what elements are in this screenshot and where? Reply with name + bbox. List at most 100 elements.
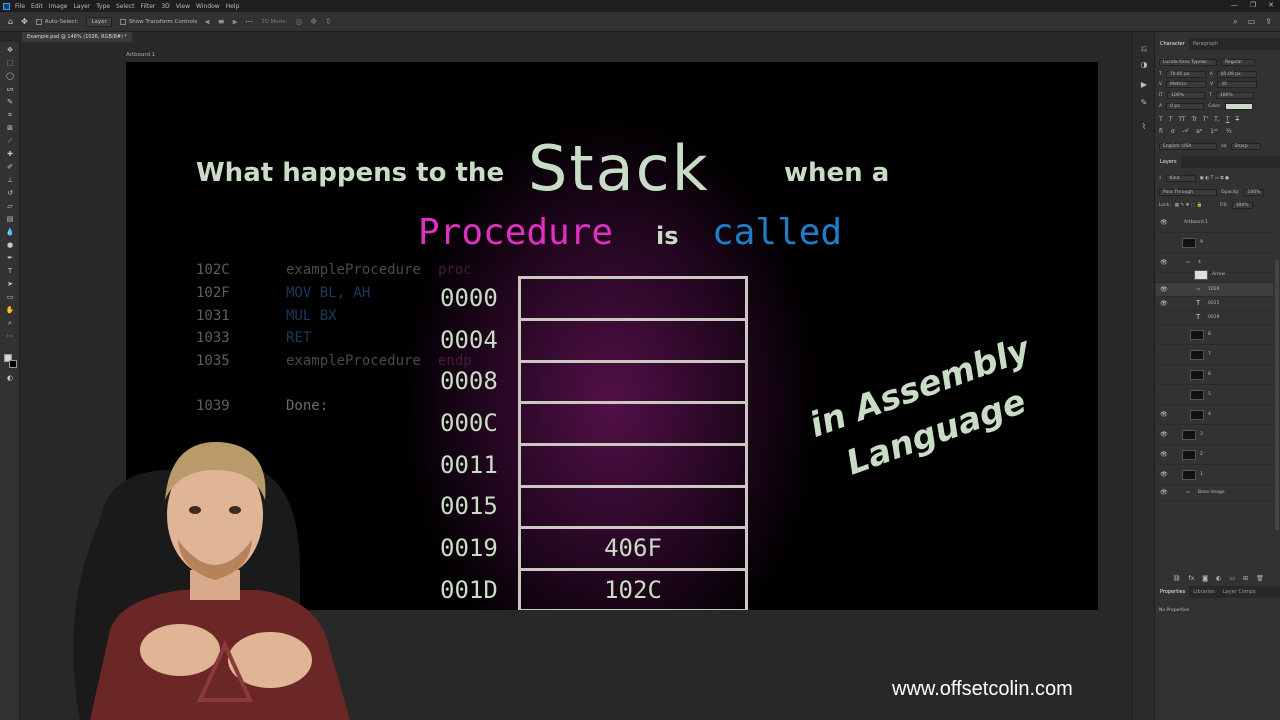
shape-tool-icon[interactable]: ▭	[5, 293, 15, 302]
opacity-field[interactable]: 100%	[1243, 188, 1265, 196]
menu-type[interactable]: Type	[96, 3, 110, 10]
eyedropper-tool-icon[interactable]: ⟋	[5, 137, 15, 146]
layer-row[interactable]: T 0019	[1156, 311, 1273, 325]
eye-icon[interactable]: 👁	[1160, 219, 1168, 226]
tab-layer-comps[interactable]: Layer Comps	[1219, 586, 1260, 598]
artboard-label[interactable]: Artboard 1	[126, 52, 155, 58]
3d-pan-icon[interactable]: ✥	[310, 17, 317, 26]
hand-tool-icon[interactable]: ✋	[5, 306, 15, 315]
menu-filter[interactable]: Filter	[141, 3, 156, 10]
history-brush-icon[interactable]: ↺	[5, 189, 15, 198]
zoom-tool-icon[interactable]: ⌕	[5, 319, 15, 328]
leading-field[interactable]: 85.09 px	[1216, 70, 1257, 78]
minimize-icon[interactable]: —	[1231, 1, 1238, 9]
search-icon[interactable]: ⌕	[1233, 17, 1237, 27]
type-tool-icon[interactable]: T	[5, 267, 15, 276]
tab-layers[interactable]: Layers	[1156, 156, 1181, 168]
auto-select-option[interactable]: Auto-Select:	[35, 18, 78, 25]
mask-icon[interactable]: ◙	[1202, 575, 1208, 582]
eye-icon[interactable]: 👁	[1160, 431, 1168, 438]
layer-row[interactable]: 👁 1	[1156, 465, 1273, 485]
background-color-swatch[interactable]	[9, 360, 17, 368]
underline-button[interactable]: T	[1226, 116, 1230, 123]
share-icon[interactable]: ⇪	[1265, 17, 1272, 27]
marquee-tool-icon[interactable]: ◯	[5, 72, 15, 81]
group-icon[interactable]: ▭	[1229, 575, 1235, 582]
small-caps-button[interactable]: Tr	[1192, 116, 1197, 123]
tab-paragraph[interactable]: Paragraph	[1189, 38, 1223, 50]
menu-select[interactable]: Select	[116, 3, 135, 10]
language-select[interactable]: English: USA	[1159, 142, 1217, 150]
layer-row[interactable]: 👁 4	[1156, 405, 1273, 425]
adjustments-icon[interactable]: ◑	[1139, 60, 1149, 70]
baseline-field[interactable]: 0 px	[1166, 102, 1205, 110]
align-center-icon[interactable]: ≡	[218, 17, 225, 26]
auto-select-checkbox[interactable]	[35, 18, 42, 25]
healing-tool-icon[interactable]: ✚	[5, 150, 15, 159]
home-icon[interactable]: ⌂	[8, 17, 13, 26]
menu-layer[interactable]: Layer	[73, 3, 90, 10]
eraser-tool-icon[interactable]: ▱	[5, 202, 15, 211]
layer-row-selected[interactable]: 👁 ▭ 1026	[1156, 283, 1273, 297]
eye-icon[interactable]: 👁	[1160, 489, 1168, 496]
superscript-button[interactable]: T'	[1203, 116, 1208, 123]
font-family-select[interactable]: Lucida Sans Typewr...	[1159, 58, 1217, 66]
layer-select-dropdown[interactable]: Layer	[86, 16, 112, 27]
tab-properties[interactable]: Properties	[1156, 586, 1190, 598]
layer-kind-select[interactable]: Kind	[1165, 174, 1196, 182]
blur-tool-icon[interactable]: 💧	[5, 228, 15, 237]
lock-icons[interactable]: ▦ ✎ ✥ ⬚ 🔒	[1175, 203, 1202, 208]
antialias-select[interactable]: Sharp	[1230, 142, 1261, 150]
all-caps-button[interactable]: TT	[1178, 116, 1185, 123]
text-color-swatch[interactable]	[1225, 102, 1254, 110]
layer-row[interactable]: 5	[1156, 385, 1273, 405]
brush-tool-icon[interactable]: ✐	[5, 163, 15, 172]
filter-icons[interactable]: ▣ ◐ T ▭ ⧉ ●	[1200, 175, 1229, 181]
oldstyle-icon[interactable]: ơ	[1171, 128, 1175, 135]
eye-icon[interactable]: 👁	[1160, 411, 1168, 418]
move-tool-icon[interactable]: ✥	[5, 46, 15, 55]
eye-icon[interactable]: 👁	[1160, 471, 1168, 478]
layers-scrollbar[interactable]	[1275, 260, 1279, 530]
alternates-icon[interactable]: aᵃ	[1196, 128, 1202, 135]
layer-row[interactable]: 👁 ▭ Base Image	[1156, 485, 1273, 501]
brush-settings-icon[interactable]: ✎	[1139, 98, 1149, 108]
swash-icon[interactable]: 𝒜	[1182, 127, 1188, 135]
quick-mask-icon[interactable]: ◐	[5, 374, 15, 383]
path-select-tool-icon[interactable]: ➤	[5, 280, 15, 289]
distribute-icon[interactable]: ⋯	[245, 17, 253, 26]
ordinal-icon[interactable]: 1ˢᵗ	[1210, 128, 1218, 135]
lasso-tool-icon[interactable]: ᔕ	[5, 85, 15, 94]
menu-edit[interactable]: Edit	[31, 3, 43, 10]
menu-view[interactable]: View	[176, 3, 190, 10]
dodge-tool-icon[interactable]: ●	[5, 241, 15, 250]
fraction-icon[interactable]: ½	[1226, 128, 1232, 135]
layer-row[interactable]: 9	[1156, 233, 1273, 253]
restore-icon[interactable]: ❐	[1250, 1, 1256, 9]
document-tab[interactable]: Example.psd @ 146% (1026, RGB/8#) *	[22, 32, 133, 42]
vscale-field[interactable]: 100%	[1167, 91, 1206, 99]
trash-icon[interactable]: 🗑	[1256, 575, 1264, 582]
frame-tool-icon[interactable]: ⊠	[5, 124, 15, 133]
paths-icon[interactable]: ⌇	[1139, 122, 1149, 132]
stamp-tool-icon[interactable]: ⊥	[5, 176, 15, 185]
move-tool-icon[interactable]: ✥	[21, 17, 28, 26]
link-icon[interactable]: ⛓	[1173, 575, 1181, 582]
actions-icon[interactable]: ▶	[1139, 80, 1149, 90]
close-icon[interactable]: ✕	[1268, 1, 1274, 9]
menu-3d[interactable]: 3D	[161, 3, 169, 10]
tab-character[interactable]: Character	[1156, 38, 1189, 50]
new-layer-icon[interactable]: ⊞	[1243, 575, 1248, 582]
faux-italic-button[interactable]: T	[1169, 116, 1173, 123]
history-icon[interactable]: ⎌	[1139, 44, 1149, 54]
hscale-field[interactable]: 100%	[1215, 91, 1254, 99]
eye-icon[interactable]: 👁	[1160, 300, 1168, 307]
menu-image[interactable]: Image	[49, 3, 68, 10]
align-left-icon[interactable]: ⫷	[205, 17, 210, 27]
subscript-button[interactable]: T,	[1214, 116, 1220, 123]
pen-tool-icon[interactable]: ✒	[5, 254, 15, 263]
strikethrough-button[interactable]: T	[1235, 116, 1239, 123]
tracking-field[interactable]: 30	[1217, 80, 1258, 88]
workspace-icon[interactable]: ▭	[1248, 17, 1256, 27]
crop-tool-icon[interactable]: ⌗	[5, 111, 15, 120]
